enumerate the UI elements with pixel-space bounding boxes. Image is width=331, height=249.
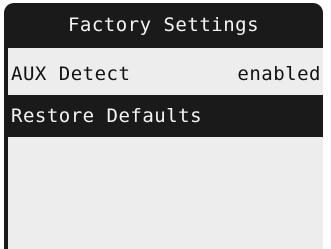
screen-title: Factory Settings xyxy=(67,14,260,36)
menu-item-restore-defaults[interactable]: Restore Defaults xyxy=(8,95,323,137)
menu-item-aux-detect[interactable]: AUX Detect enabled xyxy=(8,53,323,95)
menu-empty-area xyxy=(8,137,323,249)
device-screen: Factory Settings AUX Detect enabled Rest… xyxy=(4,3,323,249)
menu-item-label: Restore Defaults xyxy=(11,105,203,127)
settings-menu: AUX Detect enabled Restore Defaults xyxy=(8,48,323,249)
menu-item-value: enabled xyxy=(237,63,321,85)
menu-item-label: AUX Detect xyxy=(11,63,131,85)
